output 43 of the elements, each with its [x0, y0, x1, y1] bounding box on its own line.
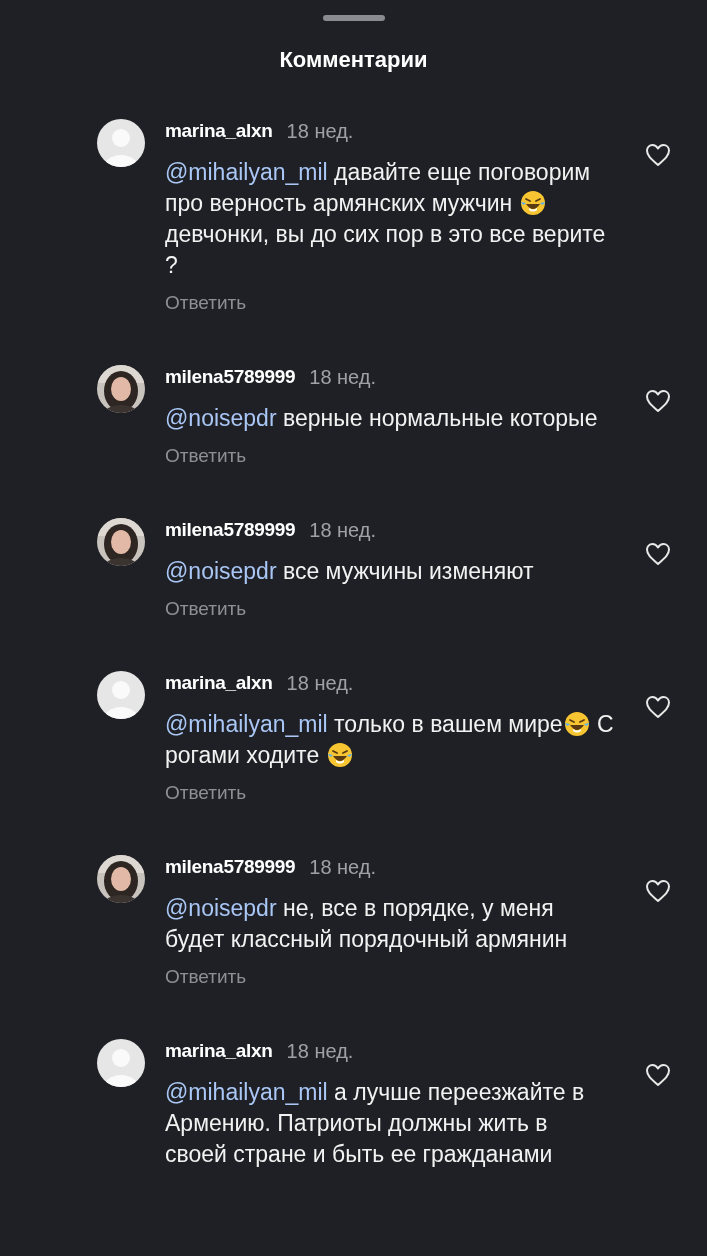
comment-text: @noisepdr не, все в порядке, у меня будет классный порядочный армянин — [165, 894, 569, 954]
comment-time: 18 нед. — [309, 365, 377, 390]
heart-icon[interactable] — [645, 695, 671, 719]
default-avatar-icon[interactable] — [97, 119, 145, 167]
heart-icon[interactable] — [645, 389, 671, 413]
comment-text: @mihailyan_mil а лучше переезжайте в Армению. Патриоты должны жить в своей стране и быть ее гражданами — [165, 1078, 586, 1169]
username[interactable]: marina_alxn — [165, 668, 273, 698]
username[interactable]: milena5789999 — [165, 852, 296, 882]
comment-time: 18 нед. — [286, 671, 354, 696]
reply-link[interactable]: Ответить — [165, 292, 247, 314]
mention-link[interactable]: @noisepdr — [165, 895, 277, 921]
mention-link[interactable]: @noisepdr — [165, 558, 277, 584]
username[interactable]: marina_alxn — [165, 1036, 273, 1066]
comment-time: 18 нед. — [286, 1039, 354, 1064]
laughing-emoji-icon — [563, 711, 590, 737]
reply-link[interactable]: Ответить — [165, 445, 247, 467]
default-avatar-icon[interactable] — [97, 671, 145, 719]
reply-link[interactable]: Ответить — [165, 782, 247, 804]
username[interactable]: milena5789999 — [165, 362, 296, 392]
laughing-emoji-icon — [519, 190, 546, 216]
comment-text: @mihailyan_mil только в вашем мире С рогами ходите — [165, 710, 615, 770]
mention-link[interactable]: @noisepdr — [165, 405, 277, 431]
comment-text: @mihailyan_mil давайте еще поговорим про верность армянских мужчин девчонки, вы до сих пор в это все верите ? — [165, 158, 607, 280]
comment-time: 18 нед. — [309, 518, 377, 543]
default-avatar-icon[interactable] — [97, 1039, 145, 1087]
comment-text: @noisepdr верные нормальные которые — [165, 404, 599, 433]
heart-icon[interactable] — [645, 143, 671, 167]
mention-link[interactable]: @mihailyan_mil — [165, 1079, 328, 1105]
heart-icon[interactable] — [645, 879, 671, 903]
reply-link[interactable]: Ответить — [165, 966, 247, 988]
username[interactable]: milena5789999 — [165, 515, 296, 545]
mention-link[interactable]: @mihailyan_mil — [165, 711, 328, 737]
sheet-title: Комментарии — [279, 46, 428, 74]
drag-handle[interactable] — [322, 15, 385, 21]
laughing-emoji-icon — [326, 742, 353, 768]
comment-time: 18 нед. — [309, 855, 377, 880]
username[interactable]: marina_alxn — [165, 116, 273, 146]
mention-link[interactable]: @mihailyan_mil — [165, 159, 328, 185]
reply-link[interactable]: Ответить — [165, 598, 247, 620]
comment-time: 18 нед. — [286, 119, 354, 144]
heart-icon[interactable] — [645, 1063, 671, 1087]
heart-icon[interactable] — [645, 542, 671, 566]
comment-text: @noisepdr все мужчины изменяют — [165, 557, 535, 586]
